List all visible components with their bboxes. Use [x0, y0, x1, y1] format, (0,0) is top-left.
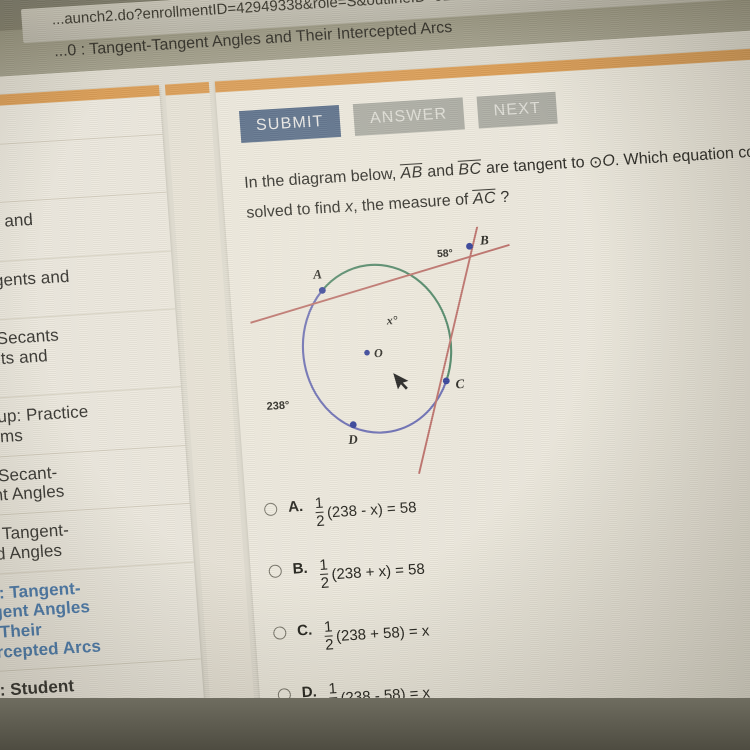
- fraction-numerator: 1: [323, 618, 333, 636]
- sidebar-item-label: s Angles and s: [0, 210, 34, 234]
- tangent-line-bc: [418, 220, 480, 474]
- option-letter: C.: [296, 621, 313, 640]
- label-a: A: [312, 266, 323, 282]
- question-panel: SUBMIT ANSWER NEXT In the diagram below,…: [214, 45, 750, 750]
- radio-button[interactable]: [263, 502, 278, 517]
- fraction-one-half: 12: [314, 494, 326, 530]
- question-part-3: are tangent to: [480, 153, 590, 178]
- radio-button[interactable]: [272, 626, 287, 640]
- submit-button[interactable]: SUBMIT: [238, 105, 341, 144]
- fraction-one-half: 12: [318, 556, 330, 592]
- label-d: D: [347, 431, 359, 447]
- fraction-numerator: 1: [327, 680, 338, 698]
- option-letter: B.: [292, 559, 309, 578]
- fraction-numerator: 1: [314, 494, 324, 513]
- sidebar-item-label: Quiz: Secant- Secant Angles: [0, 462, 66, 508]
- point-c-dot: [442, 377, 450, 385]
- photo-of-screen: Learning 3:52:45 AM ...aunch2.do?enrollm…: [0, 0, 750, 750]
- fraction-denominator: 2: [324, 635, 335, 654]
- label-b: B: [479, 232, 490, 248]
- sidebar-item-label: Checkup: Practice Problems: [0, 402, 89, 450]
- circle-symbol-icon: ⊙: [588, 154, 604, 172]
- option-expression: (238 + x) = 58: [330, 560, 426, 584]
- sidebar-item-label: Quiz: Tangent- Tangent Angles and Their …: [0, 578, 102, 664]
- question-text: In the diagram below, AB and BC are tang…: [243, 135, 750, 228]
- sidebar-item-label: nts Tangents and fs: [0, 266, 71, 292]
- fraction-denominator: 2: [320, 573, 330, 592]
- sidebar-item-label: Study: Secants Tangents and Proofs: [0, 325, 60, 372]
- mouse-cursor: [391, 371, 411, 392]
- question-part-1: In the diagram below,: [243, 165, 402, 192]
- label-o: O: [374, 346, 384, 361]
- question-part-2: and: [422, 161, 460, 181]
- option-expression: (238 - x) = 58: [326, 499, 418, 522]
- segment-bc: BC: [457, 160, 483, 179]
- geometry-diagram: A B C D O 58° x° 238°: [237, 220, 545, 491]
- radio-button[interactable]: [268, 564, 283, 579]
- label-c: C: [455, 376, 465, 392]
- option-expression: (238 + 58) = x: [335, 622, 430, 646]
- question-part-5: , the measure of: [352, 190, 474, 215]
- fraction-denominator: 2: [315, 511, 326, 530]
- label-arc-238: 238°: [266, 400, 290, 413]
- segment-ab: AB: [399, 164, 424, 183]
- diagram-svg: A B C D O 58° x° 238°: [250, 220, 510, 474]
- sidebar-item-label: Quiz: Tangent- Chord Angles: [0, 520, 70, 566]
- desk-surface: [0, 698, 750, 750]
- label-arc-x: x°: [385, 313, 398, 328]
- sidebar-item-8[interactable]: Quiz: Tangent- Tangent Angles and Their …: [0, 562, 202, 676]
- label-angle-58: 58°: [437, 247, 454, 260]
- action-button-row: SUBMIT ANSWER NEXT: [238, 91, 568, 144]
- arc-ac: AC: [472, 189, 497, 208]
- question-part-6: ?: [495, 188, 510, 207]
- lms-page: sl and Arc onshipss Angles and snts Tang…: [0, 27, 750, 750]
- answer-button[interactable]: ANSWER: [352, 97, 465, 137]
- fraction-one-half: 12: [323, 618, 335, 654]
- computer-screen: Learning 3:52:45 AM ...aunch2.do?enrollm…: [0, 0, 750, 750]
- point-o-dot: [364, 349, 370, 356]
- fraction-numerator: 1: [318, 556, 329, 574]
- option-letter: A.: [287, 497, 304, 516]
- tangent-line-ab: [250, 243, 510, 324]
- next-button[interactable]: NEXT: [476, 91, 559, 129]
